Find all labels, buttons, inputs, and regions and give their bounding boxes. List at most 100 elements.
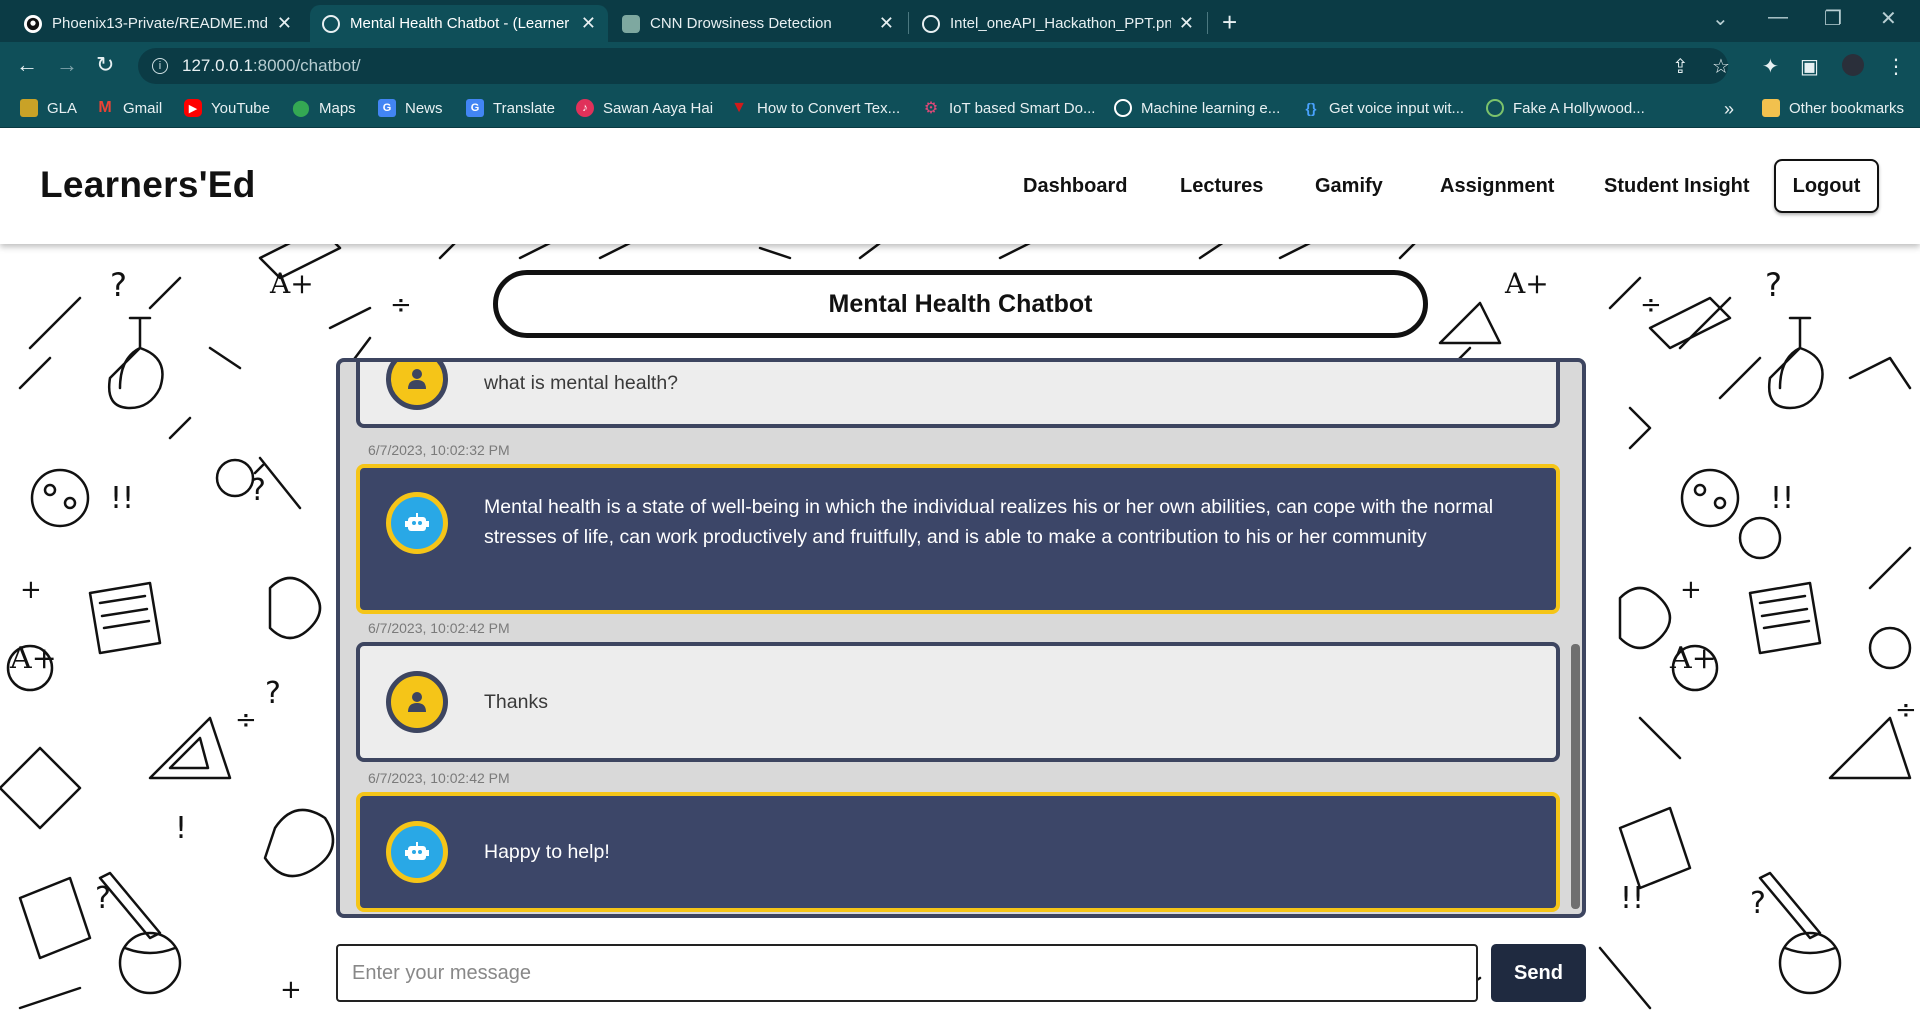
message-composer: Send (336, 944, 1586, 1002)
svg-text:!!: !! (1770, 481, 1794, 516)
triangle-icon: ▼ (731, 99, 747, 116)
bookmark-machine-learning[interactable]: Machine learning e... (1114, 99, 1280, 117)
braces-icon: {} (1305, 100, 1317, 116)
tab-title: Intel_oneAPI_Hackathon_PPT.png (950, 15, 1171, 32)
bookmark-other[interactable]: Other bookmarks (1762, 99, 1904, 117)
logout-button[interactable]: Logout (1774, 159, 1879, 213)
menu-kebab-icon[interactable]: ⋮ (1886, 54, 1906, 79)
gla-icon (20, 99, 38, 117)
bookmark-fake-hollywood[interactable]: Fake A Hollywood... (1486, 99, 1645, 117)
profile-avatar-icon[interactable] (1842, 54, 1864, 76)
bookmark-maps[interactable]: ⬤ Maps (292, 99, 356, 118)
svg-text:+: + (1680, 575, 1702, 605)
tab-readme[interactable]: Phoenix13-Private/README.md a ✕ (12, 5, 304, 42)
music-icon: ♪ (576, 99, 594, 117)
svg-text:?: ? (1765, 266, 1782, 304)
bookmark-star-icon[interactable]: ☆ (1712, 54, 1730, 79)
message-timestamp: 6/7/2023, 10:02:42 PM (368, 770, 510, 786)
robot-avatar-icon (386, 821, 448, 883)
close-icon[interactable]: ✕ (581, 13, 596, 34)
youtube-icon: ▶ (184, 99, 202, 117)
close-icon[interactable]: ✕ (879, 13, 894, 34)
tab-separator (908, 12, 909, 34)
bookmark-news[interactable]: G News (378, 99, 443, 117)
globe-icon (1486, 99, 1504, 117)
svg-text:A+: A+ (269, 267, 314, 300)
address-toolbar: ← → ↻ i 127.0.0.1:8000/chatbot/ ⇪ ☆ ✦ ▣ … (0, 42, 1920, 90)
chatgpt-icon (622, 14, 640, 33)
svg-text:?: ? (95, 881, 111, 916)
bookmark-convert-text[interactable]: ▼ How to Convert Tex... (730, 99, 900, 117)
site-info-icon[interactable]: i (152, 58, 168, 74)
bookmark-youtube[interactable]: ▶ YouTube (184, 99, 270, 117)
bookmark-gla[interactable]: GLA (20, 99, 77, 117)
bookmark-iot-smart[interactable]: ⚙ IoT based Smart Do... (922, 99, 1096, 118)
news-icon: G (378, 99, 396, 117)
bookmark-label: Sawan Aaya Hai (603, 99, 714, 117)
tab-search-chevron-icon[interactable]: ⌄ (1712, 6, 1729, 31)
site-navbar: Learners'Ed Dashboard Lectures Gamify As… (0, 128, 1920, 244)
bookmark-label: Get voice input wit... (1329, 99, 1465, 117)
reload-icon[interactable]: ↻ (96, 52, 114, 78)
nav-student-insight[interactable]: Student Insight (1604, 175, 1750, 198)
nav-gamify[interactable]: Gamify (1315, 175, 1383, 198)
svg-text:?: ? (250, 473, 266, 508)
chat-scrollbar[interactable] (1571, 644, 1580, 909)
bookmark-label: How to Convert Tex... (757, 99, 901, 117)
tab-cnn-drowsiness[interactable]: CNN Drowsiness Detection ✕ (610, 5, 906, 42)
tab-mental-health-chatbot[interactable]: Mental Health Chatbot - (Learner ✕ (310, 5, 608, 42)
nav-lectures[interactable]: Lectures (1180, 175, 1263, 198)
message-text: Happy to help! (484, 841, 610, 863)
svg-text:?: ? (110, 266, 127, 304)
minimize-icon[interactable]: — (1768, 6, 1788, 29)
svg-text:÷: ÷ (390, 290, 412, 320)
globe-icon (322, 14, 340, 33)
maps-icon: ⬤ (292, 100, 310, 117)
globe-icon (922, 14, 940, 33)
bookmark-label: YouTube (211, 99, 270, 117)
close-icon[interactable]: ✕ (277, 13, 292, 34)
bookmark-voice-input[interactable]: {} Get voice input wit... (1302, 99, 1465, 117)
svg-text:+: + (20, 575, 42, 605)
svg-text:÷: ÷ (1895, 695, 1917, 725)
bookmark-label: Maps (319, 99, 356, 117)
new-tab-plus-icon[interactable]: + (1222, 7, 1237, 38)
send-button[interactable]: Send (1491, 944, 1586, 1002)
message-timestamp: 6/7/2023, 10:02:42 PM (368, 620, 510, 636)
web-page: ? ? ? ? A+ !! ! ÷ ÷ + + ? ? A+ A+ !! !! … (0, 128, 1920, 1020)
forward-arrow-icon[interactable]: → (56, 52, 78, 78)
user-avatar-icon (386, 671, 448, 733)
github-icon (24, 14, 42, 33)
address-bar[interactable]: i 127.0.0.1:8000/chatbot/ (138, 48, 1728, 84)
svg-text:A+: A+ (9, 641, 57, 676)
close-icon[interactable]: ✕ (1179, 13, 1194, 34)
nav-dashboard[interactable]: Dashboard (1023, 175, 1127, 198)
extensions-icon[interactable]: ✦ (1762, 54, 1779, 79)
bookmark-gmail[interactable]: M Gmail (96, 99, 162, 117)
bot-message: Happy to help! (356, 792, 1560, 912)
bot-message: Mental health is a state of well-being i… (356, 464, 1560, 614)
site-logo[interactable]: Learners'Ed (40, 164, 256, 206)
bookmark-label: GLA (47, 99, 78, 117)
chat-messages-panel[interactable]: what is mental health? 6/7/2023, 10:02:3… (336, 358, 1586, 918)
bookmarks-overflow-chevron-icon[interactable]: » (1724, 99, 1734, 120)
back-arrow-icon[interactable]: ← (16, 52, 38, 78)
gear-icon: ⚙ (923, 100, 939, 117)
bookmarks-bar: GLA M Gmail ▶ YouTube ⬤ Maps G News G Transla… (0, 90, 1920, 128)
side-panel-icon[interactable]: ▣ (1800, 54, 1819, 79)
message-text: Thanks (484, 691, 548, 713)
window-close-icon[interactable]: ✕ (1880, 6, 1897, 31)
tab-title: Mental Health Chatbot - (Learner (350, 15, 570, 32)
url-path: :8000/chatbot/ (252, 56, 361, 75)
svg-text:?: ? (1750, 886, 1766, 921)
bookmark-label: Machine learning e... (1141, 99, 1281, 117)
bookmark-sawan-aaya-hai[interactable]: ♪ Sawan Aaya Hai (576, 99, 713, 117)
bookmark-translate[interactable]: G Translate (466, 99, 555, 117)
message-text: what is mental health? (484, 372, 679, 394)
tab-intel-ppt[interactable]: Intel_oneAPI_Hackathon_PPT.png ✕ (910, 5, 1206, 42)
restore-icon[interactable]: ❐ (1824, 6, 1842, 31)
message-input[interactable] (336, 944, 1478, 1002)
user-message: Thanks (356, 642, 1560, 762)
share-icon[interactable]: ⇪ (1672, 54, 1689, 79)
nav-assignment[interactable]: Assignment (1440, 175, 1554, 198)
